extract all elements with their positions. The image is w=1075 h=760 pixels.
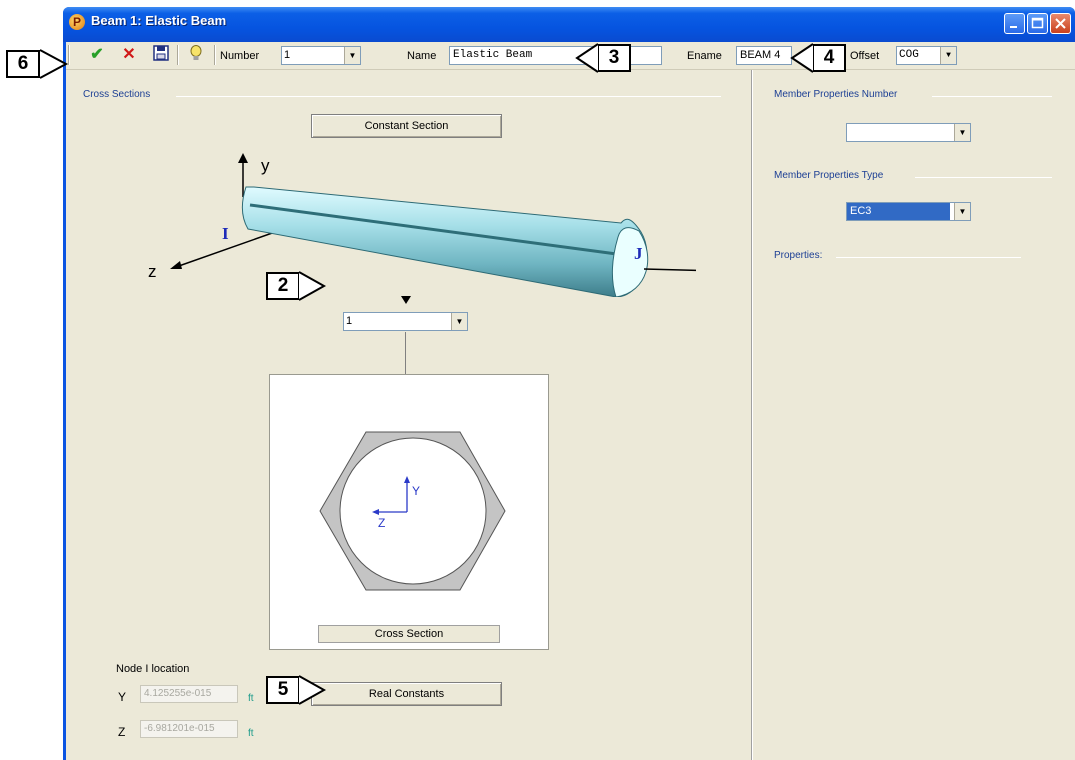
beam-illustration: y z I J x [148,153,696,297]
dialog-client-area: ✔ ✕ Number 1 ▼ Name Elastic Beam Ename B… [66,42,1075,760]
offset-select-value: COG [899,49,919,61]
node-location-title: Node I location [116,663,190,675]
group-divider [176,96,721,97]
section-select[interactable]: 1 ▼ [343,312,468,331]
offset-label: Offset [850,50,880,62]
callout-6: 6 [6,50,40,78]
z-axis-arrowhead [170,261,182,269]
cross-section-button[interactable]: Cross Section [318,625,500,643]
node-z-field[interactable]: -6.981201e-015 [140,720,238,738]
chevron-down-icon[interactable]: ▼ [344,47,360,64]
cancel-icon[interactable]: ✕ [118,45,140,65]
pane-divider[interactable] [751,70,753,760]
close-button[interactable] [1050,13,1071,34]
callout-3: 3 [597,44,631,72]
node-y-field[interactable]: 4.125255e-015 [140,685,238,703]
cross-section-view: Y Z [269,374,549,650]
constant-section-button[interactable]: Constant Section [311,114,502,138]
save-icon[interactable] [150,45,172,65]
window-title: Beam 1: Elastic Beam [91,13,227,28]
maximize-button[interactable] [1027,13,1048,34]
minimize-button[interactable] [1004,13,1025,34]
group-divider [836,257,1021,258]
axis-y-label: y [261,156,270,175]
ename-label: Ename [687,50,722,62]
callout-5-arrow [299,675,327,705]
chevron-down-icon[interactable]: ▼ [451,313,467,330]
mp-type-select[interactable]: EC3 ▼ [846,202,971,221]
mp-type-value: EC3 [847,203,950,220]
toolbar-separator [177,45,179,65]
minimize-icon [1010,26,1017,28]
node-z-unit: ft [248,728,254,739]
section-select-value: 1 [346,315,353,327]
close-icon [1055,18,1066,29]
accept-icon[interactable]: ✔ [86,45,108,65]
node-y-unit: ft [248,693,254,704]
ename-input[interactable]: BEAM 4 [736,46,792,65]
callout-2: 2 [266,272,300,300]
mp-number-select[interactable]: ▼ [846,123,971,142]
maximize-icon [1031,17,1044,29]
axis-z-label: z [148,262,157,281]
hex-nut-section: Y Z [319,431,506,591]
x-axis-line [643,268,696,272]
help-bulb-icon[interactable] [185,45,207,65]
callout-6-arrow [40,49,69,79]
node-y-label: Y [118,690,127,704]
section-axis-y-label: Y [412,484,420,498]
chevron-down-icon[interactable]: ▼ [954,203,970,220]
number-select-value: 1 [284,49,291,61]
beam-dialog-window: P Beam 1: Elastic Beam ✔ ✕ Number 1 ▼ Na… [63,7,1075,760]
name-label: Name [407,50,437,62]
mp-number-title: Member Properties Number [774,89,898,100]
callout-4: 4 [812,44,846,72]
toolbar: ✔ ✕ Number 1 ▼ Name Elastic Beam Ename B… [66,42,1075,70]
connector-line [405,332,406,374]
mp-type-title: Member Properties Type [774,170,884,181]
section-axis-z-label: Z [378,516,385,530]
callout-3-arrow [575,43,599,73]
callout-5: 5 [266,676,300,704]
real-constants-button[interactable]: Real Constants [311,682,502,706]
cross-sections-title: Cross Sections [83,89,151,100]
callout-4-arrow [790,43,814,73]
toolbar-separator [214,45,216,65]
chevron-down-icon[interactable]: ▼ [954,124,970,141]
node-j-label: J [634,244,643,263]
title-bar[interactable]: P Beam 1: Elastic Beam [63,7,1075,42]
group-divider [932,96,1052,97]
node-i-label: I [222,224,229,243]
callout-2-arrow [299,271,327,301]
number-label: Number [220,50,260,62]
node-z-label: Z [118,725,126,739]
properties-title: Properties: [774,250,823,261]
triangle-down-icon [401,296,411,304]
group-divider [915,177,1052,178]
chevron-down-icon[interactable]: ▼ [940,47,956,64]
number-select[interactable]: 1 ▼ [281,46,361,65]
app-icon: P [69,14,85,30]
offset-select[interactable]: COG ▼ [896,46,957,65]
y-axis-arrowhead [238,153,248,163]
